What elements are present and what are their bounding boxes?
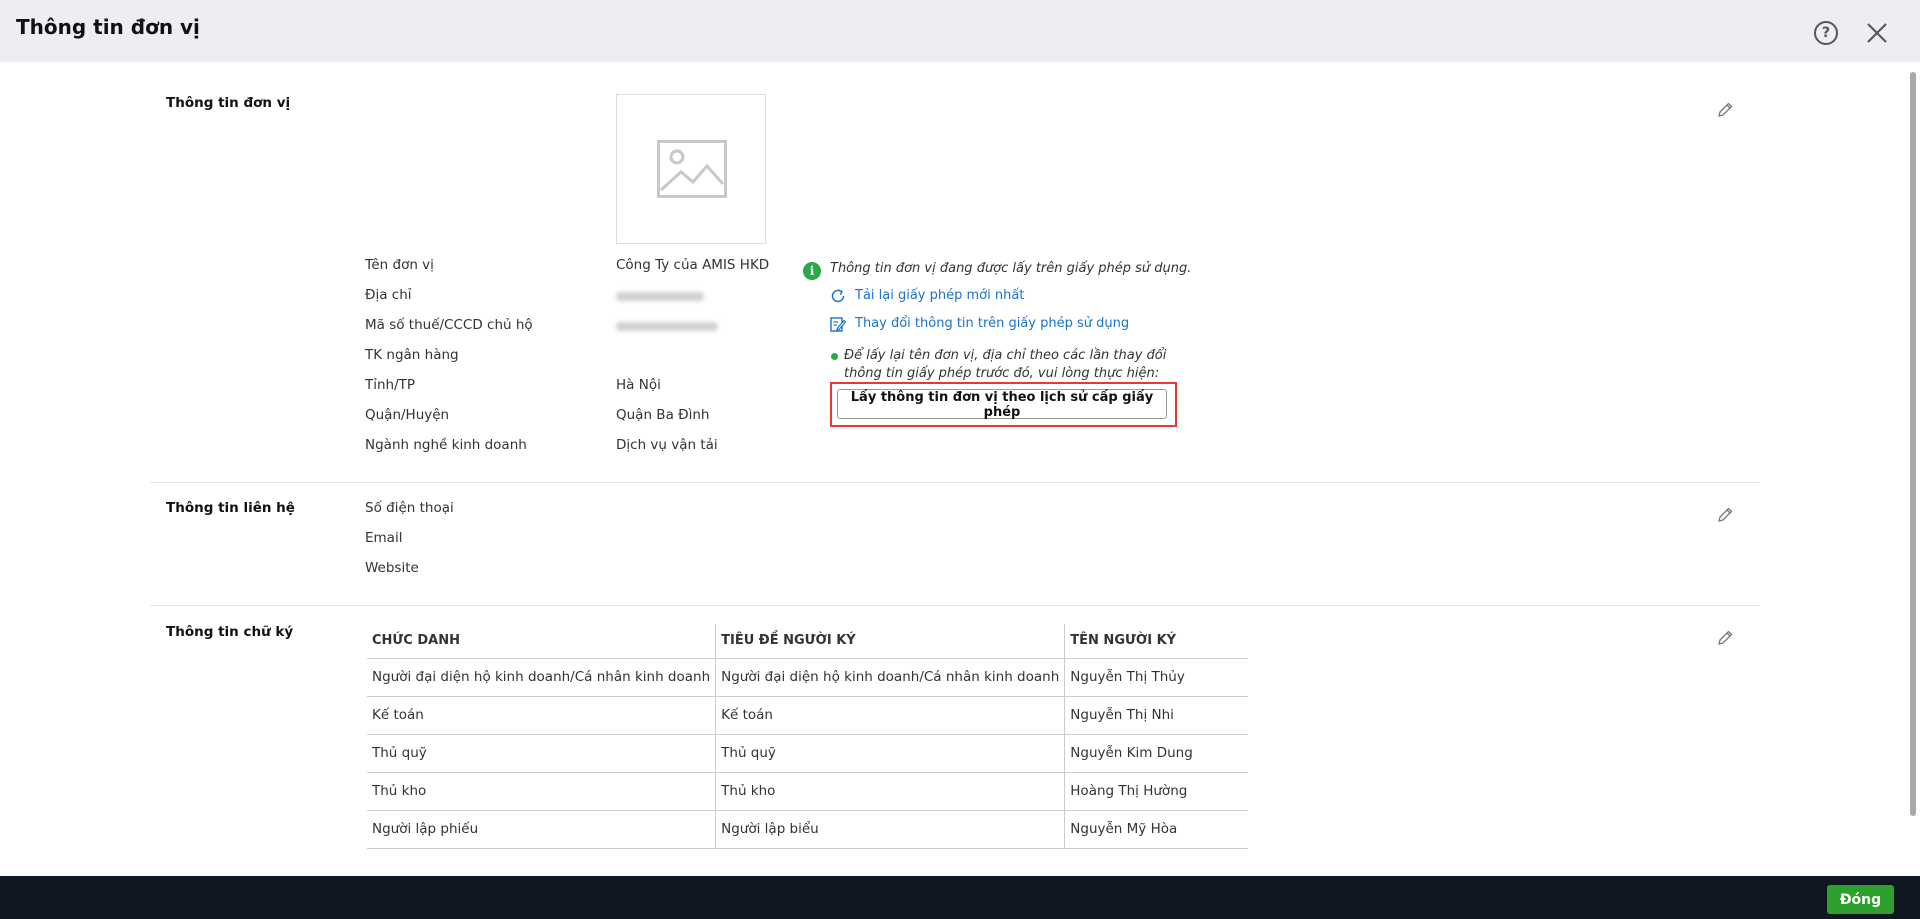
table-row: Người lập phiếu Người lập biểu Nguyễn Mỹ… bbox=[367, 810, 1248, 849]
contact-info-section-title: Thông tin liên hệ bbox=[166, 500, 295, 516]
dialog-footer: Đóng bbox=[0, 876, 1920, 919]
field-label-bank-account: TK ngân hàng bbox=[365, 347, 459, 363]
table-cell: Thủ quỹ bbox=[367, 734, 717, 773]
edit-contact-info-pencil-icon[interactable] bbox=[1716, 506, 1734, 524]
field-label-unit-name: Tên đơn vị bbox=[365, 257, 434, 273]
dialog-title: Thông tin đơn vị bbox=[16, 15, 200, 39]
refresh-icon bbox=[831, 289, 845, 303]
field-label-address: Địa chỉ bbox=[365, 287, 412, 303]
table-header-row: CHỨC DANH TIÊU ĐỀ NGƯỜI KÝ TÊN NGƯỜI KÝ bbox=[367, 624, 1248, 659]
info-icon: i bbox=[803, 262, 821, 280]
field-value-province: Hà Nội bbox=[616, 377, 661, 393]
close-button[interactable]: Đóng bbox=[1827, 885, 1894, 914]
field-value-unit-name: Công Ty của AMIS HKD bbox=[616, 257, 770, 273]
table-row: Thủ quỹ Thủ quỹ Nguyễn Kim Dung bbox=[367, 734, 1248, 773]
license-info-text: Thông tin đơn vị đang được lấy trên giấy… bbox=[830, 261, 1192, 276]
edit-unit-info-pencil-icon[interactable] bbox=[1716, 101, 1734, 119]
change-license-info-link-text[interactable]: Thay đổi thông tin trên giấy phép sử dụn… bbox=[855, 316, 1129, 331]
table-cell: Người lập biểu bbox=[715, 810, 1066, 849]
reload-license-link-text[interactable]: Tải lại giấy phép mới nhất bbox=[855, 288, 1024, 303]
field-label-phone: Số điện thoại bbox=[365, 500, 454, 516]
column-header-title: CHỨC DANH bbox=[367, 624, 717, 659]
table-cell: Thủ quỹ bbox=[715, 734, 1066, 773]
field-value-tax-code-redacted bbox=[616, 322, 718, 331]
section-divider bbox=[150, 482, 1760, 483]
field-label-business-line: Ngành nghề kinh doanh bbox=[365, 437, 527, 453]
table-cell: Người lập phiếu bbox=[367, 810, 717, 849]
help-icon[interactable]: ? bbox=[1814, 21, 1838, 45]
license-history-button[interactable]: Lấy thông tin đơn vị theo lịch sử cấp gi… bbox=[837, 389, 1167, 420]
field-label-website: Website bbox=[365, 560, 419, 576]
table-cell: Nguyễn Kim Dung bbox=[1064, 734, 1248, 773]
field-label-email: Email bbox=[365, 530, 403, 546]
table-cell: Thủ kho bbox=[367, 772, 717, 811]
field-label-district: Quận/Huyện bbox=[365, 407, 450, 423]
table-row: Thủ kho Thủ kho Hoàng Thị Hường bbox=[367, 772, 1248, 811]
table-cell: Kế toán bbox=[715, 696, 1066, 735]
vertical-scrollbar[interactable] bbox=[1908, 64, 1918, 876]
unit-info-section-title: Thông tin đơn vị bbox=[166, 95, 291, 111]
column-header-signer-name: TÊN NGƯỜI KÝ bbox=[1064, 624, 1248, 659]
edit-document-icon bbox=[830, 317, 846, 332]
field-label-province: Tỉnh/TP bbox=[365, 377, 416, 393]
table-row: Kế toán Kế toán Nguyễn Thị Nhi bbox=[367, 696, 1248, 735]
scrollbar-thumb[interactable] bbox=[1910, 72, 1916, 816]
signature-info-section-title: Thông tin chữ ký bbox=[166, 624, 294, 640]
field-value-district: Quận Ba Đình bbox=[616, 407, 710, 423]
dialog-header: Thông tin đơn vị ? bbox=[0, 0, 1920, 62]
table-cell: Kế toán bbox=[367, 696, 717, 735]
signature-table: CHỨC DANH TIÊU ĐỀ NGƯỜI KÝ TÊN NGƯỜI KÝ … bbox=[367, 624, 1248, 849]
history-note: Để lấy lại tên đơn vị, địa chỉ theo các … bbox=[844, 348, 1167, 381]
close-icon[interactable] bbox=[1864, 20, 1890, 46]
table-cell: Người đại diện hộ kinh doanh/Cá nhân kin… bbox=[367, 658, 717, 697]
table-cell: Nguyễn Mỹ Hòa bbox=[1064, 810, 1248, 849]
section-divider bbox=[150, 605, 1760, 606]
field-value-business-line: Dịch vụ vận tải bbox=[616, 437, 718, 453]
table-cell: Hoàng Thị Hường bbox=[1064, 772, 1248, 811]
table-cell: Thủ kho bbox=[715, 772, 1066, 811]
field-value-address-redacted bbox=[616, 292, 704, 301]
edit-signature-info-pencil-icon[interactable] bbox=[1716, 629, 1734, 647]
note-bullet bbox=[831, 353, 838, 360]
table-cell: Nguyễn Thị Nhi bbox=[1064, 696, 1248, 735]
table-cell: Nguyễn Thị Thủy bbox=[1064, 658, 1248, 697]
field-label-tax-code: Mã số thuế/CCCD chủ hộ bbox=[365, 317, 533, 333]
logo-placeholder[interactable] bbox=[616, 94, 766, 244]
table-cell: Người đại diện hộ kinh doanh/Cá nhân kin… bbox=[715, 658, 1066, 697]
table-row: Người đại diện hộ kinh doanh/Cá nhân kin… bbox=[367, 658, 1248, 697]
image-placeholder-icon bbox=[657, 140, 727, 198]
column-header-signer-title: TIÊU ĐỀ NGƯỜI KÝ bbox=[715, 624, 1066, 659]
